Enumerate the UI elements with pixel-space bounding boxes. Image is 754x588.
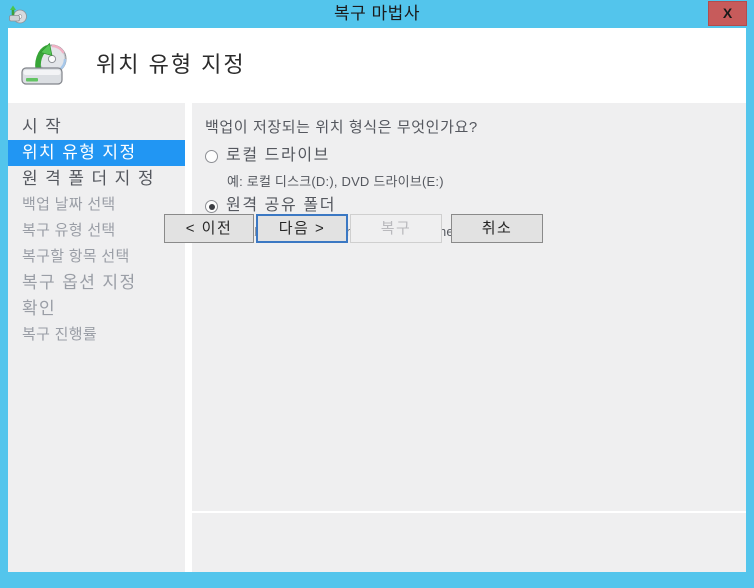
restore-drive-icon (16, 35, 74, 91)
page-title: 위치 유형 지정 (96, 52, 246, 77)
cancel-button[interactable]: 취소 (451, 214, 543, 243)
content-panel: 백업이 저장되는 위치 형식은 무엇인가요? 로컬 드라이브 예: 로컬 디스크… (192, 103, 746, 511)
recover-button: 복구 (350, 214, 442, 243)
next-button[interactable]: 다음 > (256, 214, 348, 243)
radio-local-drive[interactable]: 로컬 드라이브 (205, 147, 330, 165)
window-title: 복구 마법사 (334, 4, 420, 23)
wizard-step-nav: 시 작 위치 유형 지정 원 격 폴 더 지 정 백업 날짜 선택 복구 유형 … (8, 103, 185, 572)
previous-button[interactable]: < 이전 (164, 214, 254, 243)
recovery-wizard-window: 복구 마법사 X 위치 유형 지정 시 작 위치 유형 지정 원 격 폴 더 지… (0, 0, 754, 588)
question-label: 백업이 저장되는 위치 형식은 무엇인가요? (205, 119, 478, 136)
radio-local-drive-mark (205, 150, 218, 163)
sidebar-item-location-type[interactable]: 위치 유형 지정 (8, 140, 185, 166)
sidebar-item-start[interactable]: 시 작 (8, 114, 185, 140)
sidebar-item-select-items[interactable]: 복구할 항목 선택 (8, 244, 185, 270)
sidebar-item-remote-folder[interactable]: 원 격 폴 더 지 정 (8, 166, 185, 192)
radio-remote-shared-folder-mark (205, 200, 218, 213)
sidebar-item-recovery-options[interactable]: 복구 옵션 지정 (8, 270, 185, 296)
title-bar: 복구 마법사 X (0, 0, 754, 28)
wizard-body: 시 작 위치 유형 지정 원 격 폴 더 지 정 백업 날짜 선택 복구 유형 … (8, 97, 746, 572)
sidebar-item-recovery-progress[interactable]: 복구 진행률 (8, 322, 185, 348)
local-drive-example: 예: 로컬 디스크(D:), DVD 드라이브(E:) (227, 174, 444, 189)
sidebar-item-backup-date[interactable]: 백업 날짜 선택 (8, 192, 185, 218)
radio-remote-shared-folder[interactable]: 원격 공유 폴더 (205, 197, 336, 215)
radio-remote-shared-folder-label: 원격 공유 폴더 (226, 197, 337, 214)
sidebar-item-confirmation[interactable]: 확인 (8, 296, 185, 322)
wizard-banner: 위치 유형 지정 (8, 28, 746, 97)
button-bar (192, 513, 746, 572)
close-icon[interactable]: X (708, 1, 747, 26)
sidebar-item-recovery-type[interactable]: 복구 유형 선택 (8, 218, 185, 244)
radio-local-drive-label: 로컬 드라이브 (226, 147, 330, 164)
